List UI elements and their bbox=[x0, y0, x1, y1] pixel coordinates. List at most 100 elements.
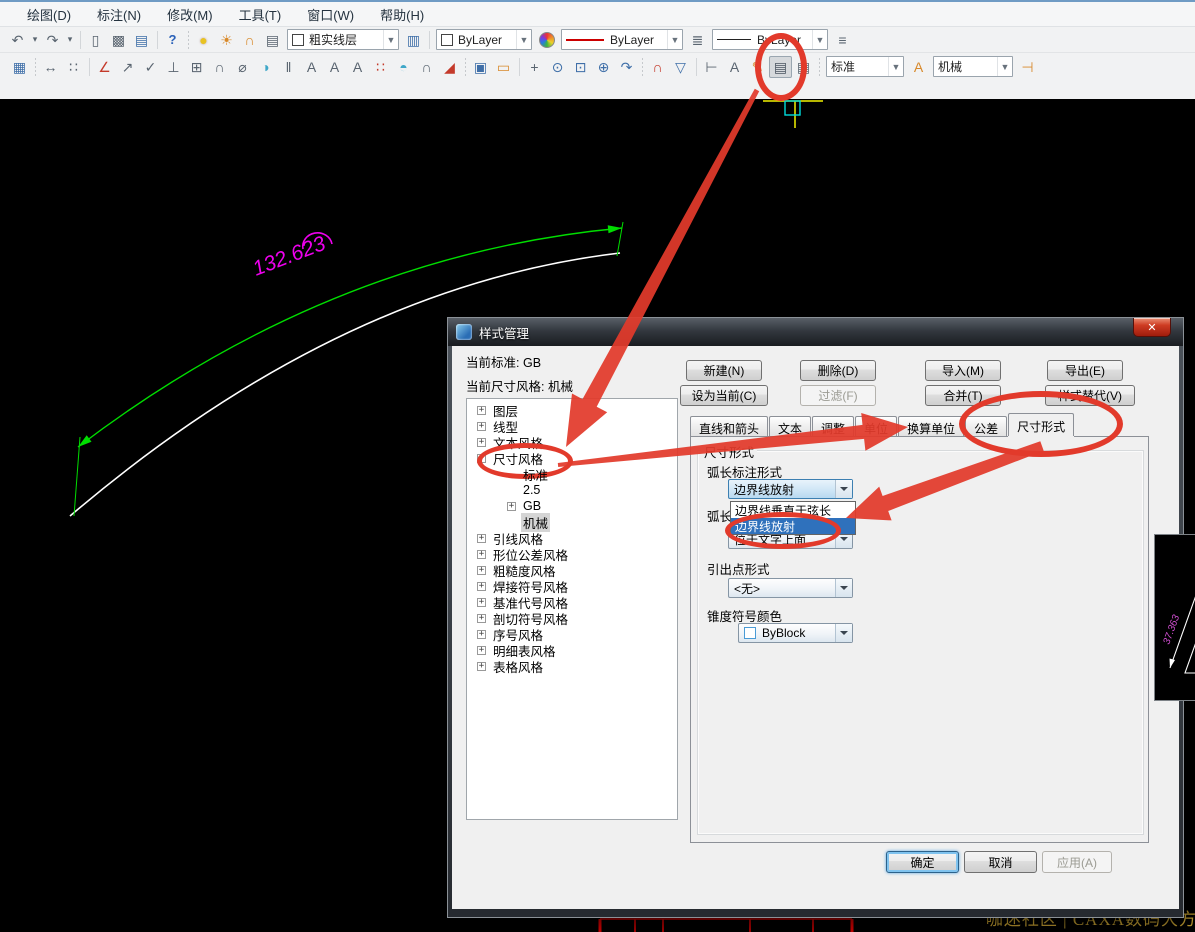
zoom-window-icon[interactable]: ⊡ bbox=[569, 56, 592, 78]
dim-style-combo[interactable]: 机械 ▼ bbox=[933, 56, 1013, 77]
tree-expander[interactable]: + bbox=[507, 502, 516, 511]
chevron-down-icon[interactable] bbox=[835, 480, 852, 498]
tree-expander[interactable]: + bbox=[477, 662, 486, 671]
ruler-icon[interactable]: ▭ bbox=[492, 56, 515, 78]
leader-point-combo[interactable]: <无> bbox=[728, 578, 853, 598]
dim-style-icon[interactable]: ⊣ bbox=[1016, 56, 1039, 78]
text-arc-icon[interactable]: ∩ bbox=[415, 56, 438, 78]
tree-expander[interactable]: + bbox=[477, 550, 486, 559]
separator[interactable] bbox=[461, 56, 469, 78]
undo-dropdown-icon[interactable]: ▾ bbox=[29, 29, 41, 51]
separator[interactable] bbox=[31, 56, 39, 78]
separator[interactable] bbox=[425, 29, 433, 51]
lineweight-combo[interactable]: ByLayer ▼ bbox=[712, 29, 828, 50]
text-align-icon[interactable]: A bbox=[323, 56, 346, 78]
snap-magnet-icon[interactable]: ∩ bbox=[646, 56, 669, 78]
chevron-down-icon[interactable] bbox=[835, 624, 852, 642]
option-radiating[interactable]: 边界线放射 bbox=[731, 518, 855, 534]
zoom-back-icon[interactable]: ↷ bbox=[615, 56, 638, 78]
tree-expander[interactable]: + bbox=[477, 534, 486, 543]
tree-expander[interactable]: − bbox=[477, 454, 486, 463]
separator[interactable] bbox=[515, 56, 523, 78]
option-perpendicular-to-chord[interactable]: 边界线垂直于弦长 bbox=[731, 502, 855, 518]
pan-icon[interactable]: + bbox=[523, 56, 546, 78]
taper-color-combo[interactable]: ByBlock bbox=[738, 623, 853, 643]
redo-dropdown-icon[interactable]: ▾ bbox=[64, 29, 76, 51]
tree-expander[interactable]: + bbox=[477, 438, 486, 447]
dim-linear-icon[interactable]: ↔ bbox=[39, 56, 62, 78]
tree-item-2-5[interactable]: 2.5 bbox=[467, 482, 677, 498]
diameter-dim-icon[interactable]: ⌀ bbox=[231, 56, 254, 78]
style-manager-icon[interactable]: ▤ bbox=[769, 56, 792, 78]
tree-expander[interactable]: + bbox=[477, 406, 486, 415]
zoom-icon[interactable]: ⊙ bbox=[546, 56, 569, 78]
layer-settings-icon[interactable]: ▥ bbox=[402, 29, 425, 51]
undo-icon[interactable]: ↶ bbox=[6, 29, 29, 51]
tree-expander[interactable]: + bbox=[477, 422, 486, 431]
separator[interactable] bbox=[692, 56, 700, 78]
delete-button[interactable]: 删除(D) bbox=[800, 360, 876, 381]
tab-text[interactable]: 文本 bbox=[769, 416, 811, 436]
list-icon[interactable]: ≡ bbox=[831, 29, 854, 51]
menu-window[interactable]: 窗口(W) bbox=[294, 2, 367, 26]
separator[interactable] bbox=[815, 56, 823, 78]
arc-dim-icon[interactable]: ∩ bbox=[208, 56, 231, 78]
tree-item-standard[interactable]: 标准 bbox=[467, 466, 677, 482]
merge-button[interactable]: 合并(T) bbox=[925, 385, 1001, 406]
redo-icon[interactable]: ↷ bbox=[41, 29, 64, 51]
menu-help[interactable]: 帮助(H) bbox=[367, 2, 437, 26]
separator[interactable] bbox=[153, 29, 161, 51]
mirror-text-icon[interactable]: ‖ bbox=[277, 56, 300, 78]
surface-check-icon[interactable]: ✓ bbox=[139, 56, 162, 78]
display-icon[interactable]: ▣ bbox=[469, 56, 492, 78]
arc-dim-form-combo[interactable]: 边界线放射 bbox=[728, 479, 853, 499]
separator[interactable] bbox=[85, 56, 93, 78]
part-library-icon[interactable]: ▦ bbox=[8, 56, 31, 78]
brush-icon[interactable]: ✎ bbox=[746, 56, 769, 78]
angle-line-icon[interactable]: ∠ bbox=[93, 56, 116, 78]
cancel-button[interactable]: 取消 bbox=[964, 851, 1037, 873]
sun-icon[interactable]: ☀ bbox=[215, 29, 238, 51]
color-combo[interactable]: ByLayer ▼ bbox=[436, 29, 532, 50]
tree-expander[interactable]: + bbox=[477, 598, 486, 607]
separator[interactable] bbox=[76, 29, 84, 51]
export-button[interactable]: 导出(E) bbox=[1047, 360, 1123, 381]
zoom-all-icon[interactable]: ⊕ bbox=[592, 56, 615, 78]
tab-dim-form[interactable]: 尺寸形式 bbox=[1008, 413, 1074, 436]
tree-expander[interactable]: + bbox=[477, 646, 486, 655]
menu-dimension[interactable]: 标注(N) bbox=[84, 2, 154, 26]
dim-coordinate-icon[interactable]: ∷ bbox=[62, 56, 85, 78]
tree-expander[interactable]: + bbox=[477, 614, 486, 623]
tree-expander[interactable]: + bbox=[477, 630, 486, 639]
separator[interactable] bbox=[184, 29, 192, 51]
printer-icon[interactable]: ▤ bbox=[261, 29, 284, 51]
close-button[interactable]: ✕ bbox=[1133, 318, 1171, 337]
import-button[interactable]: 导入(M) bbox=[925, 360, 1001, 381]
point-marks-icon[interactable]: ∷ bbox=[369, 56, 392, 78]
style-override-button[interactable]: 样式替代(V) bbox=[1045, 385, 1135, 406]
filter-icon[interactable]: ▽ bbox=[669, 56, 692, 78]
set-current-button[interactable]: 设为当前(C) bbox=[680, 385, 768, 406]
style-edit-icon[interactable]: ▤ bbox=[792, 56, 815, 78]
menu-tools[interactable]: 工具(T) bbox=[226, 2, 295, 26]
text-style-combo[interactable]: 标准 ▼ bbox=[826, 56, 904, 77]
text-edit-icon[interactable]: A bbox=[723, 56, 746, 78]
tree-item-gb[interactable]: + GB bbox=[467, 498, 677, 514]
hatch-icon[interactable]: ◓ bbox=[392, 56, 415, 78]
leader-icon[interactable]: ↗ bbox=[116, 56, 139, 78]
tree-item-dim-style[interactable]: − 尺寸风格 bbox=[467, 450, 677, 466]
menu-draw[interactable]: 绘图(D) bbox=[14, 2, 84, 26]
color-wheel-icon[interactable] bbox=[535, 29, 558, 51]
text-underline-icon[interactable]: A bbox=[346, 56, 369, 78]
tree-expander[interactable]: + bbox=[477, 566, 486, 575]
tab-tolerance[interactable]: 公差 bbox=[965, 416, 1007, 436]
tab-lines-arrows[interactable]: 直线和箭头 bbox=[690, 416, 768, 436]
tree-item-table-style[interactable]: + 表格风格 bbox=[467, 658, 677, 674]
menu-modify[interactable]: 修改(M) bbox=[154, 2, 226, 26]
separator[interactable] bbox=[638, 56, 646, 78]
ok-button[interactable]: 确定 bbox=[886, 851, 959, 873]
new-button[interactable]: 新建(N) bbox=[686, 360, 762, 381]
text-style-edit-icon[interactable]: A bbox=[907, 56, 930, 78]
tab-adjust[interactable]: 调整 bbox=[812, 416, 854, 436]
template-icon[interactable]: ▩ bbox=[107, 29, 130, 51]
